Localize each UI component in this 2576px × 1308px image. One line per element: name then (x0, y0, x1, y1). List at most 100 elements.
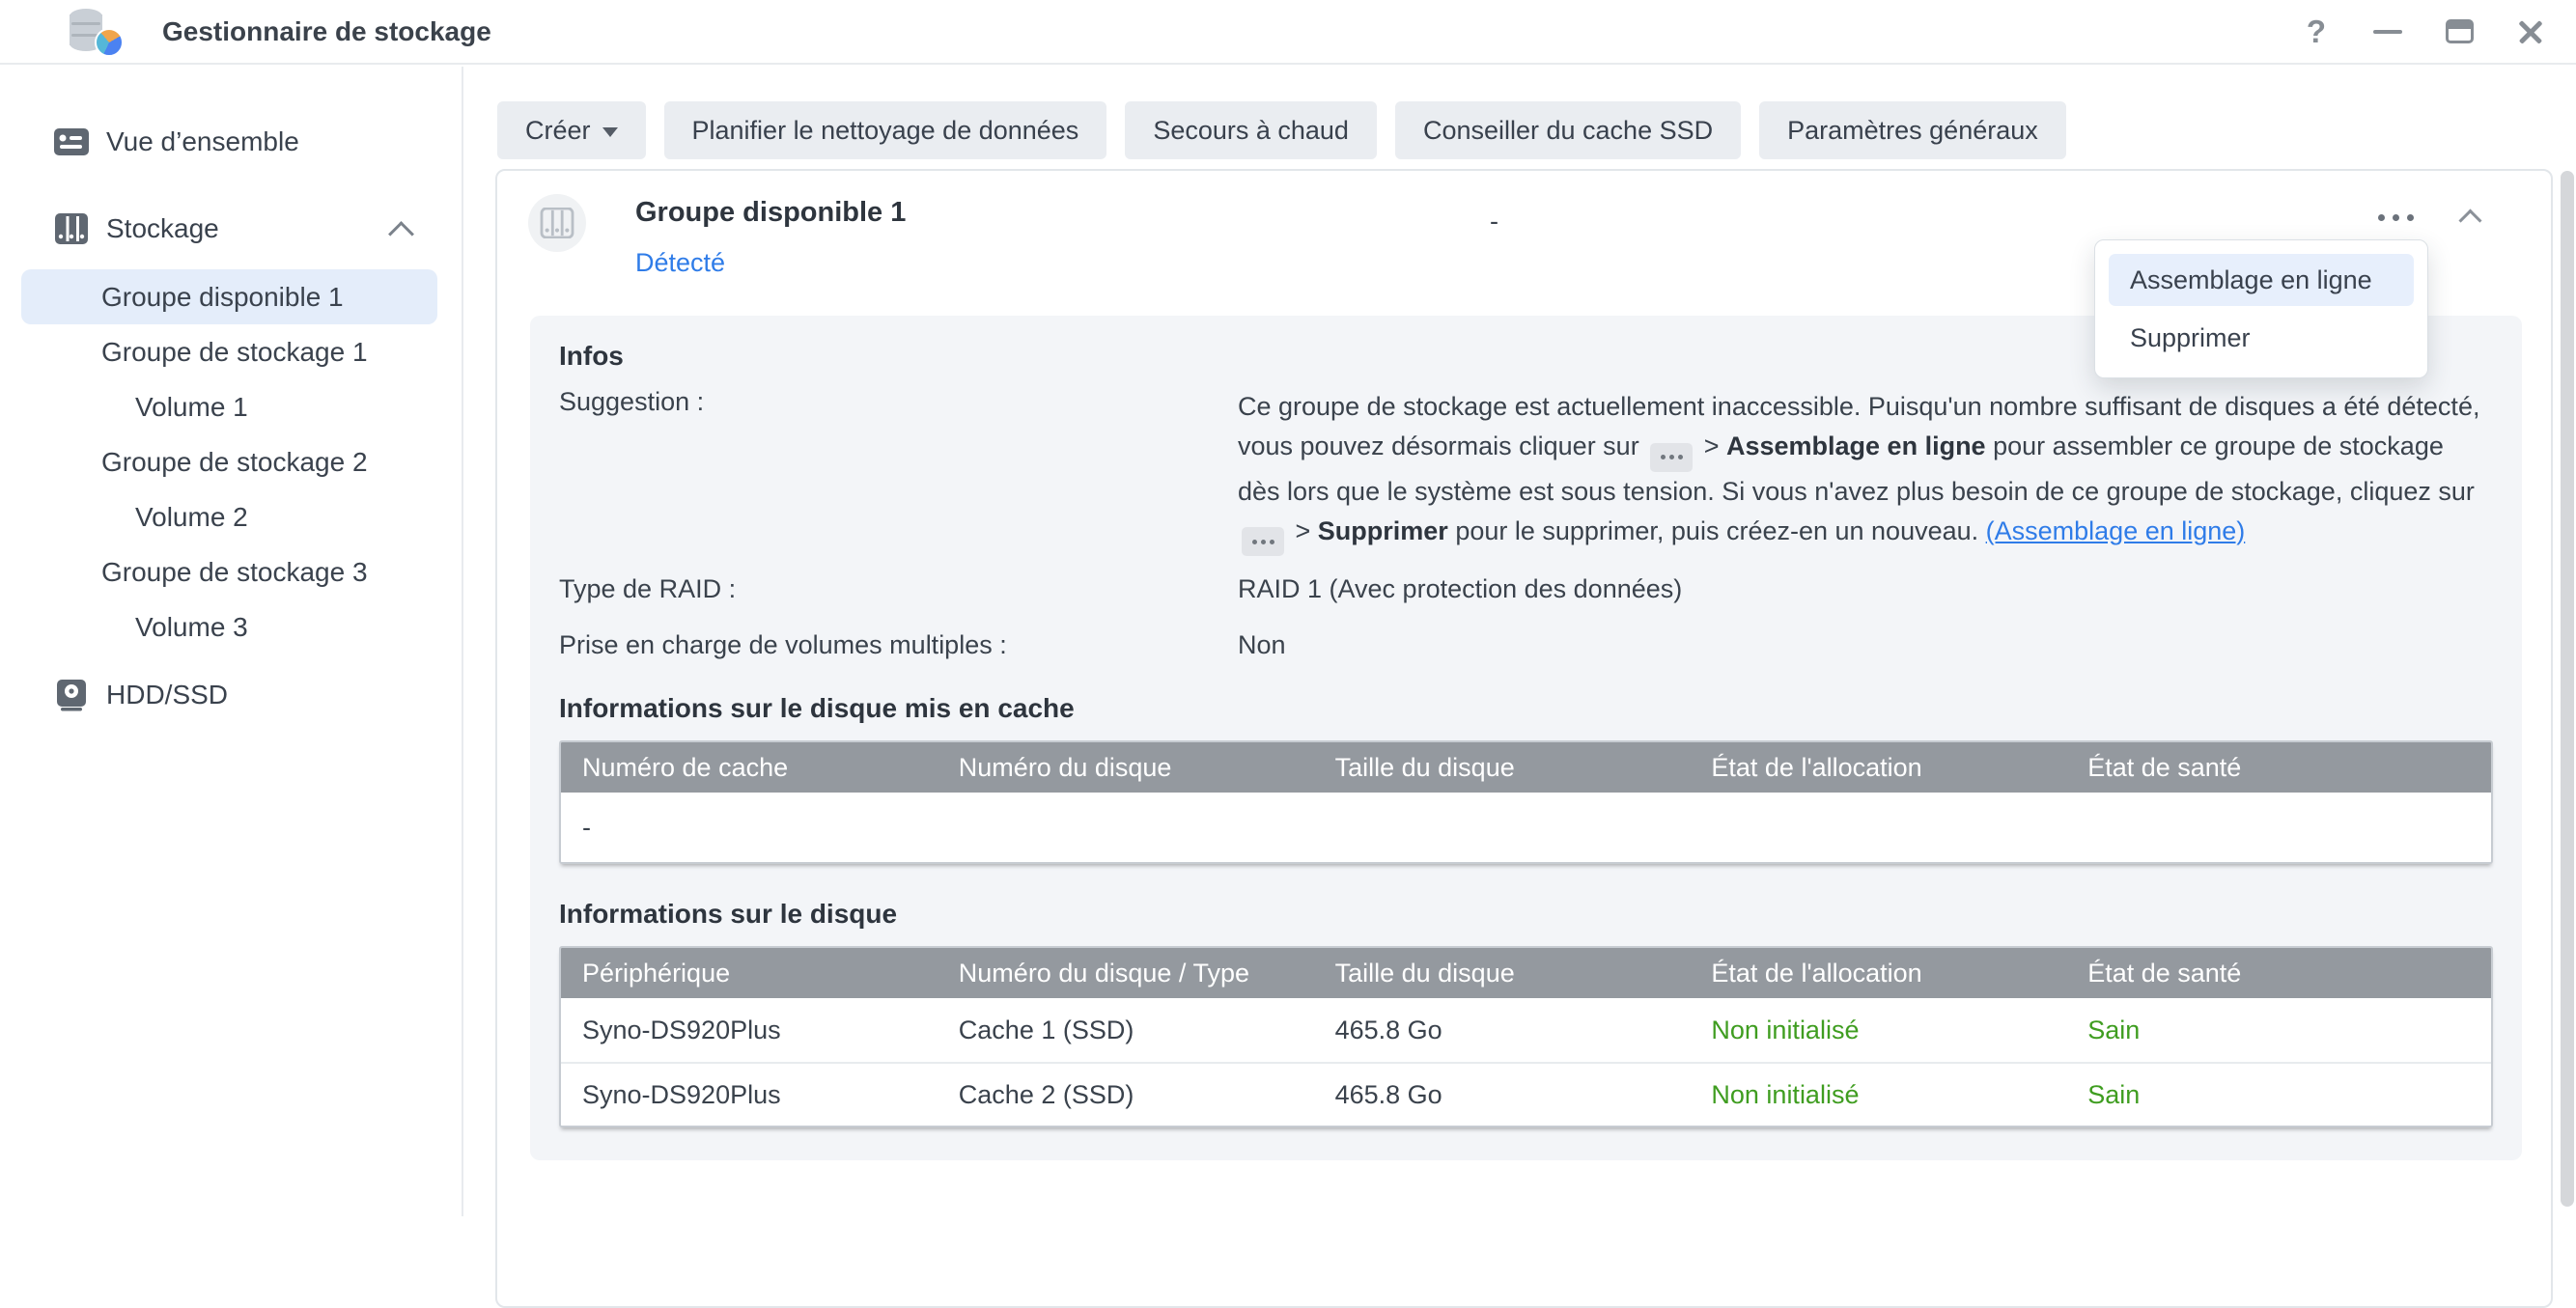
more-options-badge-icon (1242, 527, 1284, 556)
column-header: État de l'allocation (1690, 753, 2066, 783)
cell: 465.8 Go (1314, 1016, 1691, 1045)
overview-icon (53, 125, 90, 158)
collapse-chevron-icon[interactable] (2458, 208, 2483, 227)
sidebar-item-label: Volume 1 (135, 392, 248, 423)
suggestion-label: Suggestion : (559, 387, 1238, 556)
conseiller-cache-ssd-button[interactable]: Conseiller du cache SSD (1395, 101, 1741, 159)
button-label: Paramètres généraux (1787, 116, 2038, 146)
storage-pool-icon (540, 208, 574, 238)
sidebar-item-label: Groupe de stockage 3 (101, 557, 368, 588)
sidebar-item-groupe-de-stockage-2[interactable]: Groupe de stockage 2 (0, 434, 462, 489)
avatar (528, 194, 586, 252)
table-row: Syno-DS920Plus Cache 2 (SSD) 465.8 Go No… (561, 1062, 2491, 1126)
sidebar-item-groupe-de-stockage-1[interactable]: Groupe de stockage 1 (0, 324, 462, 379)
raid-type-value: RAID 1 (Avec protection des données) (1238, 566, 2483, 612)
raid-type-row: Type de RAID : RAID 1 (Avec protection d… (559, 566, 2493, 612)
pool-capacity-value: - (1490, 207, 1498, 237)
multi-volume-value: Non (1238, 622, 2483, 668)
sidebar-item-groupe-disponible-1[interactable]: Groupe disponible 1 (21, 269, 437, 324)
column-header: Numéro du disque (938, 753, 1314, 783)
multi-volume-label: Prise en charge de volumes multiples : (559, 622, 1238, 668)
cell: Syno-DS920Plus (561, 1080, 938, 1110)
window-title: Gestionnaire de stockage (162, 16, 491, 47)
health-status: Sain (2066, 1016, 2491, 1045)
vertical-scrollbar-thumb[interactable] (2561, 171, 2574, 1207)
sidebar-item-label: Groupe disponible 1 (101, 282, 344, 313)
creer-button[interactable]: Créer (497, 101, 646, 159)
disk-table-title: Informations sur le disque (559, 899, 2493, 932)
sidebar-item-volume-3[interactable]: Volume 3 (0, 599, 462, 654)
secours-a-chaud-button[interactable]: Secours à chaud (1125, 101, 1377, 159)
hdd-icon (53, 679, 90, 711)
button-label: Conseiller du cache SSD (1423, 116, 1713, 146)
column-header: Numéro de cache (561, 753, 938, 783)
cache-table-title: Informations sur le disque mis en cache (559, 693, 2493, 726)
pool-status-link[interactable]: Détecté (635, 248, 725, 278)
cell: - (561, 813, 938, 843)
toolbar: Créer Planifier le nettoyage de données … (497, 101, 2576, 159)
caret-down-icon (602, 127, 618, 137)
sidebar-item-label: Groupe de stockage 2 (101, 447, 368, 478)
button-label: Planifier le nettoyage de données (692, 116, 1079, 146)
column-header: État de santé (2066, 959, 2491, 988)
menu-item-supprimer[interactable]: Supprimer (2109, 312, 2414, 364)
sidebar-item-volume-2[interactable]: Volume 2 (0, 489, 462, 544)
column-header: Taille du disque (1314, 753, 1691, 783)
sidebar-item-volume-1[interactable]: Volume 1 (0, 379, 462, 434)
sidebar-item-vue-densemble[interactable]: Vue d’ensemble (0, 115, 462, 169)
sidebar-item-label: HDD/SSD (106, 680, 228, 710)
sidebar-item-stockage[interactable]: Stockage (0, 202, 462, 256)
sidebar-item-label: Volume 3 (135, 612, 248, 643)
sidebar-item-label: Groupe de stockage 1 (101, 337, 368, 368)
cell: 465.8 Go (1314, 1080, 1691, 1110)
multi-volume-row: Prise en charge de volumes multiples : N… (559, 622, 2493, 668)
context-menu: Assemblage en ligne Supprimer (2094, 239, 2428, 378)
titlebar: Gestionnaire de stockage ? (0, 0, 2576, 65)
suggestion-row: Suggestion : Ce groupe de stockage est a… (559, 387, 2493, 556)
planifier-nettoyage-button[interactable]: Planifier le nettoyage de données (664, 101, 1107, 159)
cache-table: Numéro de cache Numéro du disque Taille … (559, 740, 2493, 864)
sidebar-item-label: Volume 2 (135, 502, 248, 533)
sidebar-item-groupe-de-stockage-3[interactable]: Groupe de stockage 3 (0, 544, 462, 599)
health-status: Sain (2066, 1080, 2491, 1110)
button-label: Créer (525, 116, 591, 146)
chevron-up-icon[interactable] (390, 218, 411, 239)
cache-table-header: Numéro de cache Numéro du disque Taille … (561, 742, 2491, 793)
storage-manager-app-icon (70, 7, 124, 57)
card-actions (2372, 208, 2483, 227)
raid-type-label: Type de RAID : (559, 566, 1238, 612)
column-header: Taille du disque (1314, 959, 1691, 988)
cell: Cache 1 (SSD) (938, 1016, 1314, 1045)
cell: Syno-DS920Plus (561, 1016, 938, 1045)
close-icon[interactable] (2514, 15, 2547, 48)
button-label: Secours à chaud (1153, 116, 1349, 146)
column-header: Numéro du disque / Type (938, 959, 1314, 988)
window-controls: ? (2300, 15, 2547, 48)
disk-table-header: Périphérique Numéro du disque / Type Tai… (561, 948, 2491, 998)
suggestion-text: Ce groupe de stockage est actuellement i… (1238, 387, 2483, 556)
storage-icon (53, 212, 90, 245)
column-header: Périphérique (561, 959, 938, 988)
table-row: Syno-DS920Plus Cache 1 (SSD) 465.8 Go No… (561, 998, 2491, 1062)
help-icon[interactable]: ? (2300, 15, 2333, 48)
info-panel: Infos Suggestion : Ce groupe de stockage… (530, 316, 2522, 1160)
sidebar-item-label: Vue d’ensemble (106, 126, 299, 157)
disk-table: Périphérique Numéro du disque / Type Tai… (559, 946, 2493, 1127)
assemblage-en-ligne-link[interactable]: (Assemblage en ligne) (1986, 516, 2246, 545)
menu-item-assemblage-en-ligne[interactable]: Assemblage en ligne (2109, 254, 2414, 306)
sidebar: Vue d’ensemble Stockage Groupe disponibl… (0, 67, 463, 1216)
sidebar-item-label: Stockage (106, 213, 219, 244)
more-options-icon[interactable] (2372, 209, 2420, 227)
minimize-icon[interactable] (2371, 15, 2404, 48)
parametres-generaux-button[interactable]: Paramètres généraux (1759, 101, 2066, 159)
maximize-icon[interactable] (2443, 15, 2476, 48)
cell: Cache 2 (SSD) (938, 1080, 1314, 1110)
sidebar-item-hdd-ssd[interactable]: HDD/SSD (0, 668, 462, 722)
pool-title: Groupe disponible 1 (635, 197, 906, 229)
allocation-status: Non initialisé (1690, 1016, 2066, 1045)
column-header: État de l'allocation (1690, 959, 2066, 988)
column-header: État de santé (2066, 753, 2491, 783)
table-row: - (561, 793, 2491, 862)
more-options-badge-icon (1650, 443, 1693, 472)
allocation-status: Non initialisé (1690, 1080, 2066, 1110)
